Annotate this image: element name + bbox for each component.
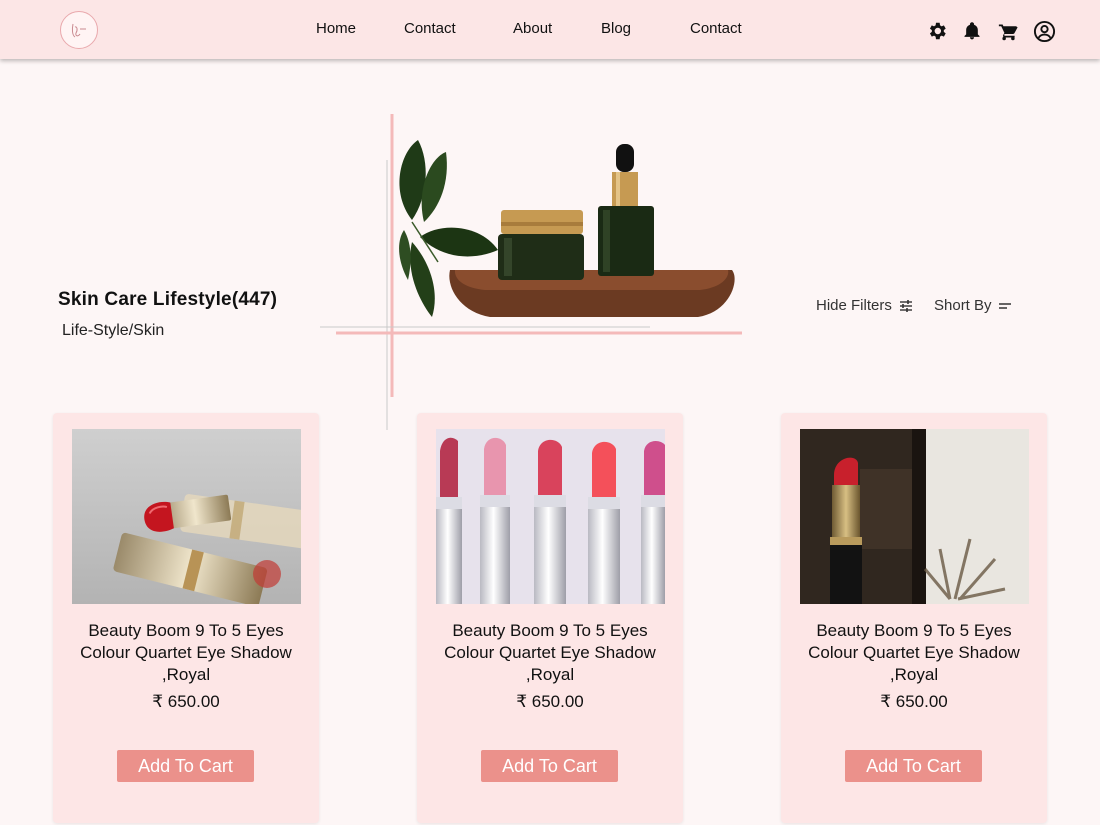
product-image-lipstick-row[interactable] <box>436 429 665 604</box>
nav-about[interactable]: About <box>513 20 552 37</box>
product-price: ₹ 650.00 <box>152 692 220 711</box>
nav-blog[interactable]: Blog <box>601 20 631 37</box>
product-name[interactable]: Beauty Boom 9 To 5 Eyes Colour Quartet E… <box>63 620 309 686</box>
account-icon[interactable] <box>1032 19 1056 43</box>
top-navbar: Home Contact About Blog Contact <box>0 0 1100 59</box>
page-title: Skin Care Lifestyle(447) <box>58 289 278 310</box>
product-card[interactable]: Beauty Boom 9 To 5 Eyes Colour Quartet E… <box>53 413 319 823</box>
product-image-lipstick-closeup[interactable] <box>72 429 301 604</box>
sort-lines-icon <box>998 302 1011 309</box>
add-to-cart-button[interactable]: Add To Cart <box>117 750 254 782</box>
product-name[interactable]: Beauty Boom 9 To 5 Eyes Colour Quartet E… <box>427 620 673 686</box>
cart-icon[interactable] <box>996 19 1020 43</box>
nav-contact[interactable]: Contact <box>404 20 456 37</box>
logo-signature-icon <box>71 23 86 38</box>
hero-skincare-image <box>320 114 742 430</box>
bell-icon[interactable] <box>960 19 984 43</box>
sort-by-button[interactable]: Short By <box>934 297 1012 314</box>
breadcrumb[interactable]: Life-Style/Skin <box>62 322 164 340</box>
product-price: ₹ 650.00 <box>880 692 948 711</box>
nav-home[interactable]: Home <box>316 20 356 37</box>
hide-filters-button[interactable]: Hide Filters <box>816 297 914 314</box>
product-card[interactable]: Beauty Boom 9 To 5 Eyes Colour Quartet E… <box>417 413 683 823</box>
nav-contact-2[interactable]: Contact <box>690 20 742 37</box>
product-name[interactable]: Beauty Boom 9 To 5 Eyes Colour Quartet E… <box>791 620 1037 686</box>
product-image-lipstick-dark[interactable] <box>800 429 1029 604</box>
gear-icon[interactable] <box>925 19 949 43</box>
brand-logo[interactable] <box>60 11 98 49</box>
add-to-cart-button[interactable]: Add To Cart <box>481 750 618 782</box>
filter-sliders-icon <box>899 299 912 312</box>
hide-filters-label: Hide Filters <box>816 297 892 314</box>
sort-by-label: Short By <box>934 297 992 314</box>
add-to-cart-button[interactable]: Add To Cart <box>845 750 982 782</box>
product-card[interactable]: Beauty Boom 9 To 5 Eyes Colour Quartet E… <box>781 413 1047 823</box>
product-price: ₹ 650.00 <box>516 692 584 711</box>
